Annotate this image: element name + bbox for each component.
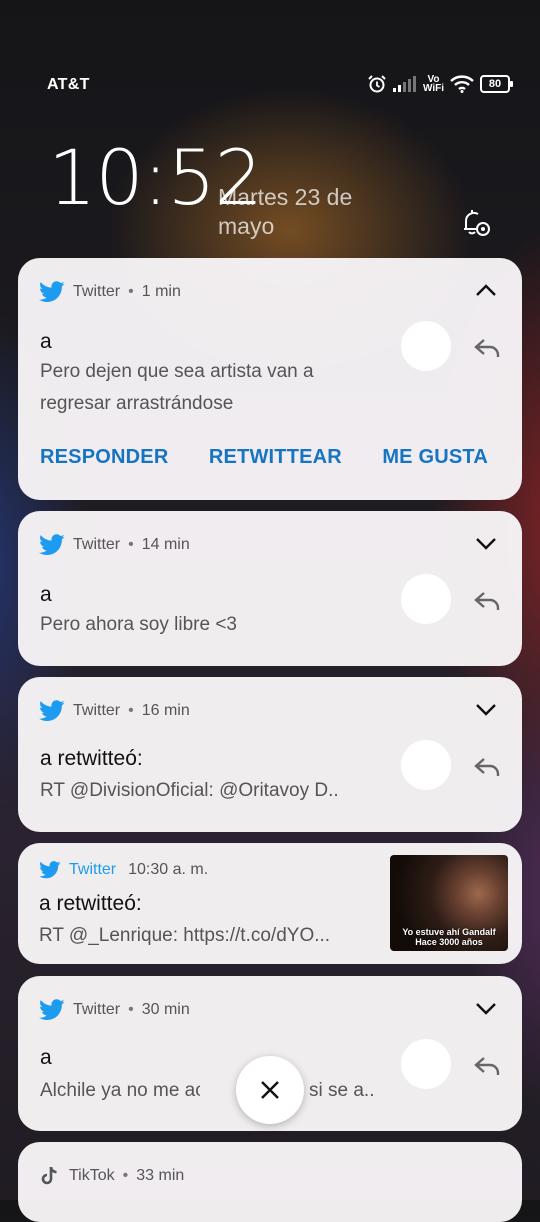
app-name: TikTok [69,1167,115,1184]
notification-time: 10:30 a. m. [128,861,209,878]
clear-all-button[interactable] [236,1056,304,1124]
notification-time: 33 min [136,1167,185,1184]
notification-body: Alchile ya no me ac [40,1080,200,1101]
reply-icon[interactable] [472,755,502,779]
notification-actions: RESPONDER RETWITTEAR ME GUSTA [40,446,488,469]
twitter-icon [39,281,65,302]
notification-header: TikTok • 33 min [39,1165,184,1187]
avatar [401,321,451,371]
notification-time: 14 min [141,536,190,553]
twitter-icon [39,999,65,1020]
signal-icon [392,76,416,92]
notification-card-6[interactable]: TikTok • 33 min [18,1142,522,1222]
thumbnail-caption: Yo estuve ahí Gandalf Hace 3000 años [402,927,496,947]
vowifi-icon: Vo WiFi [422,74,444,94]
notification-body-line-1: Pero dejen que sea artista van a [40,361,314,382]
notification-thumbnail: Yo estuve ahí Gandalf Hace 3000 años [390,855,508,951]
avatar [401,740,451,790]
close-icon [261,1081,279,1099]
notification-card-2[interactable]: Twitter • 14 min a Pero ahora soy libre … [18,511,522,666]
tiktok-icon [41,1166,57,1185]
notification-title: a retwitteó: [40,747,143,770]
reply-icon[interactable] [472,589,502,613]
respond-button[interactable]: RESPONDER [40,446,169,469]
notification-body: RT @_Lenrique: https://t.co/dYO... [39,925,331,946]
app-name: Twitter [69,861,117,878]
notification-body-end: si se a.. [309,1080,375,1101]
collapse-chevron-icon[interactable] [474,282,498,298]
reply-icon[interactable] [472,1054,502,1078]
battery-icon: 80 [480,75,513,93]
expand-chevron-icon[interactable] [474,701,498,717]
notification-card-3[interactable]: Twitter • 16 min a retwitteó: RT @Divisi… [18,677,522,832]
status-bar: AT&T Vo WiFi 80 [47,74,513,98]
notification-header: Twitter • 14 min [39,534,190,556]
notification-title: a [40,583,52,606]
notification-title: a retwitteó: [39,892,142,915]
reply-icon[interactable] [472,336,502,360]
notification-header: Twitter • 1 min [39,281,181,303]
avatar [401,1039,451,1089]
notification-time: 1 min [141,283,181,300]
lockscreen-date: Martes 23 de mayo [218,184,353,239]
app-name: Twitter [73,283,121,300]
twitter-icon [39,534,65,555]
wifi-icon [450,75,474,93]
avatar [401,574,451,624]
notification-body-line-2: regresar arrastrándose [40,393,234,414]
status-icons: Vo WiFi 80 [367,74,513,94]
notification-header: Twitter • 16 min [39,700,190,722]
notification-title: a [40,330,52,353]
retweet-button[interactable]: RETWITTEAR [209,446,342,469]
notification-card-4[interactable]: Twitter 10:30 a. m. a retwitteó: RT @_Le… [18,843,522,964]
notification-body: RT @DivisionOficial: @Oritavoy D.. [40,780,339,801]
notification-card-1[interactable]: Twitter • 1 min a Pero dejen que sea art… [18,258,522,500]
app-name: Twitter [73,536,121,553]
notification-time: 16 min [141,702,190,719]
notification-header: Twitter 10:30 a. m. [39,861,208,879]
twitter-icon [39,700,65,721]
carrier-name: AT&T [47,76,90,93]
app-name: Twitter [73,702,121,719]
expand-chevron-icon[interactable] [474,1000,498,1016]
app-name: Twitter [73,1001,121,1018]
alarm-icon [368,75,386,93]
twitter-icon [39,861,61,879]
expand-chevron-icon[interactable] [474,535,498,551]
notification-time: 30 min [141,1001,190,1018]
notification-title: a [40,1046,52,1069]
like-button[interactable]: ME GUSTA [382,446,488,469]
notification-body: Pero ahora soy libre <3 [40,614,237,635]
notification-settings-icon[interactable] [458,205,494,241]
notification-header: Twitter • 30 min [39,999,190,1021]
